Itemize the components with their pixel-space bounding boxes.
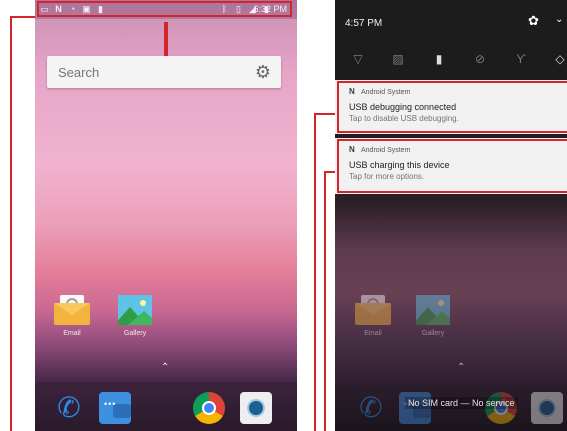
app-gallery-dimmed: Gallery xyxy=(413,295,453,337)
phone-icon: ✆ xyxy=(359,392,383,423)
camera-icon[interactable] xyxy=(240,392,272,424)
gear-icon[interactable]: ⚙ xyxy=(253,62,273,82)
notification-highlight xyxy=(337,81,567,133)
auto-rotate-icon[interactable]: ◇ xyxy=(553,52,567,66)
sim-status: No SIM card — No service xyxy=(405,397,518,409)
chrome-icon[interactable] xyxy=(193,392,225,424)
expand-chevron-icon[interactable]: ⌄ xyxy=(555,14,563,25)
notification-highlight xyxy=(337,139,567,193)
notification-usb-debugging[interactable]: N Android System USB debugging connected … xyxy=(335,80,567,134)
phone-icon[interactable]: ✆ xyxy=(53,392,85,424)
search-input[interactable]: Search xyxy=(58,65,99,80)
shade-time: 4:57 PM xyxy=(345,18,383,29)
app-email-dimmed: Email xyxy=(353,295,393,337)
app-gallery[interactable]: Gallery xyxy=(115,295,155,337)
no-sim-icon[interactable]: ▨ xyxy=(391,52,405,66)
email-icon xyxy=(355,295,391,325)
app-label-email: Email xyxy=(364,330,382,337)
wifi-off-icon[interactable]: ▽ xyxy=(351,52,365,66)
home-screen: ▭ N ◔ ▣ ▮ ᛒ ▯ ◢ ▮ 6:32 PM Search ⚙ Email… xyxy=(35,0,297,431)
callout-line-notif-1 xyxy=(314,113,316,431)
notification-shade: 4:57 PM ✿ ⌄ ▽ ▨ ▮ ⊘ ϒ ◇ N Android System … xyxy=(335,0,567,431)
messaging-icon[interactable]: ••• xyxy=(99,392,131,424)
status-bar-highlight xyxy=(37,1,292,17)
email-icon xyxy=(54,295,90,325)
app-drawer-chevron-icon: ⌃ xyxy=(457,362,466,373)
gallery-icon xyxy=(416,295,450,325)
camera-icon xyxy=(531,392,563,424)
status-bar: ▭ N ◔ ▣ ▮ ᛒ ▯ ◢ ▮ 6:32 PM xyxy=(35,0,297,19)
battery-saver-icon[interactable]: ▮ xyxy=(432,52,446,66)
app-label-email: Email xyxy=(63,330,81,337)
app-label-gallery: Gallery xyxy=(421,330,445,337)
callout-line-statusbar xyxy=(10,16,12,431)
quick-settings: 4:57 PM ✿ ⌄ ▽ ▨ ▮ ⊘ ϒ ◇ xyxy=(335,0,567,80)
settings-gear-icon[interactable]: ✿ xyxy=(528,13,539,29)
gallery-icon xyxy=(118,295,152,325)
swipe-arrow-shaft xyxy=(164,22,168,58)
do-not-disturb-icon[interactable]: ⊘ xyxy=(473,52,487,66)
app-drawer-chevron-icon[interactable]: ⌃ xyxy=(161,362,169,373)
app-label-gallery: Gallery xyxy=(123,330,147,337)
notification-usb-charging[interactable]: N Android System USB charging this device… xyxy=(335,138,567,194)
flashlight-icon[interactable]: ϒ xyxy=(514,52,528,66)
callout-line-notif-2 xyxy=(324,171,326,431)
search-bar[interactable]: Search ⚙ xyxy=(47,56,281,88)
app-email[interactable]: Email xyxy=(52,295,92,337)
